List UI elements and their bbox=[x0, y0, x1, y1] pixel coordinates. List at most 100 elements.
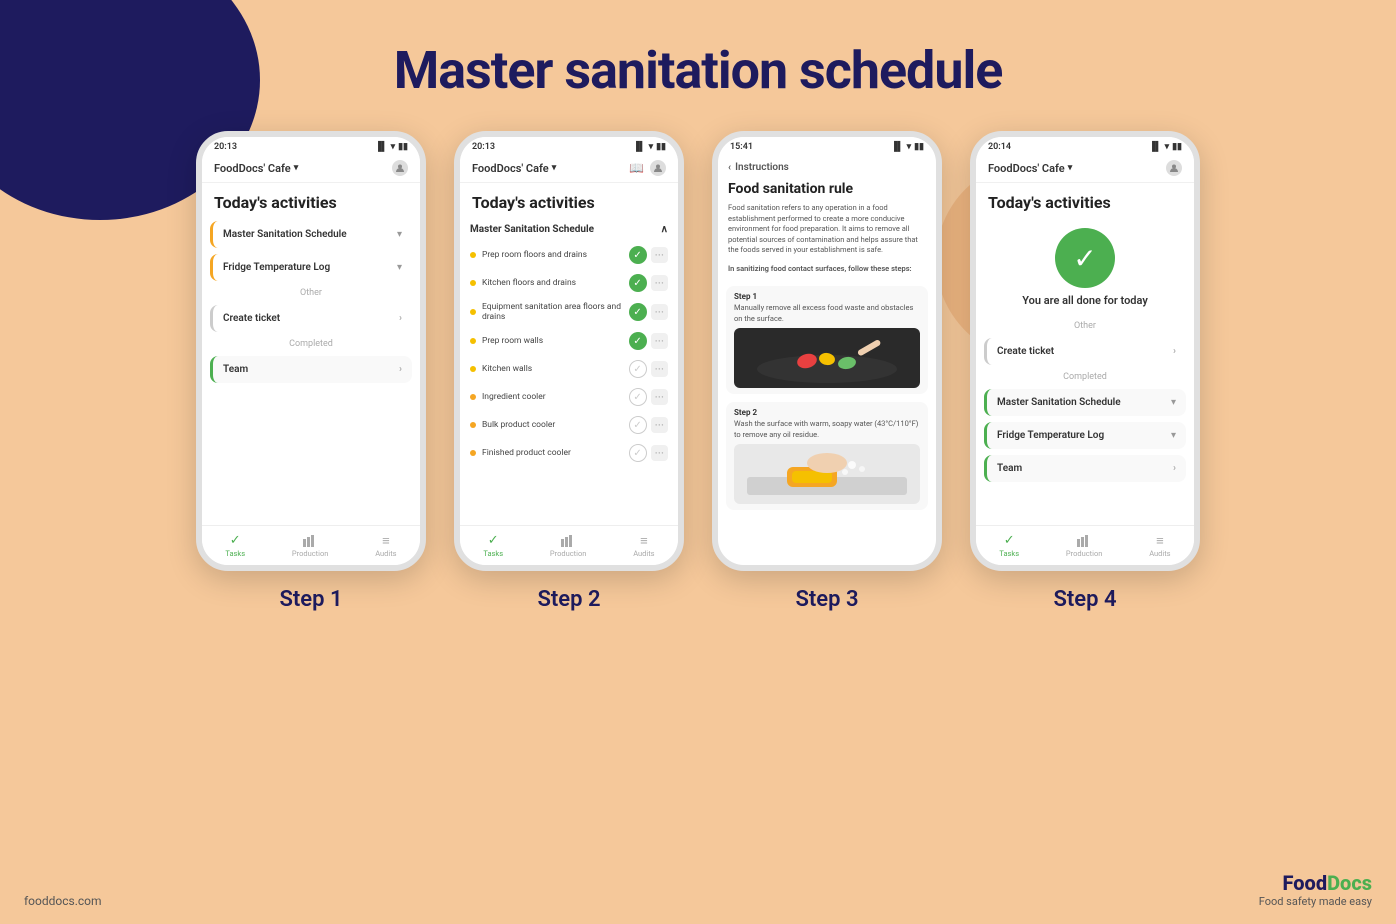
production-icon bbox=[302, 534, 318, 548]
phone1-wrapper: 20:13 ▐▌ ▾ ▮▮ FoodDocs' Cafe ▾ bbox=[196, 131, 426, 612]
page-header: Master sanitation schedule bbox=[0, 0, 1396, 101]
phone2-item-6[interactable]: Ingredient cooler ✓ ··· bbox=[460, 383, 678, 411]
phone3-step1-box: Step 1 Manually remove all excess food w… bbox=[726, 286, 928, 394]
back-arrow-icon: ‹ bbox=[728, 162, 731, 173]
phone2-item-7[interactable]: Bulk product cooler ✓ ··· bbox=[460, 411, 678, 439]
phone3-status-bar: 15:41 ▐▌ ▾ ▮▮ bbox=[718, 137, 936, 156]
more-options-icon[interactable]: ··· bbox=[651, 417, 668, 433]
phone4-task-mss[interactable]: Master Sanitation Schedule ▾ bbox=[984, 389, 1186, 416]
phone4-task-create[interactable]: Create ticket › bbox=[984, 338, 1186, 365]
check-outline-icon: ✓ bbox=[629, 388, 647, 406]
check-done-icon: ✓ bbox=[629, 332, 647, 350]
check-outline-icon: ✓ bbox=[629, 416, 647, 434]
phone1-activities-title: Today's activities bbox=[202, 183, 420, 218]
phone4: 20:14 ▐▌ ▾ ▮▮ FoodDocs' Cafe ▾ bbox=[970, 131, 1200, 571]
phone1-app-header: FoodDocs' Cafe ▾ bbox=[202, 156, 420, 183]
phone3-step2-image bbox=[734, 444, 920, 504]
dot-yellow-icon bbox=[470, 338, 476, 344]
phone4-wrapper: 20:14 ▐▌ ▾ ▮▮ FoodDocs' Cafe ▾ bbox=[970, 131, 1200, 612]
dot-yellow-icon bbox=[470, 280, 476, 286]
tasks-icon: ✓ bbox=[1001, 534, 1017, 548]
step1-label: Step 1 bbox=[279, 587, 342, 612]
footer-logo: FoodDocs Food safety made easy bbox=[1259, 871, 1372, 908]
phone1-profile-icon[interactable] bbox=[392, 160, 408, 176]
phone2-nav-tasks[interactable]: ✓ Tasks bbox=[483, 534, 503, 558]
phone1-screen: 20:13 ▐▌ ▾ ▮▮ FoodDocs' Cafe ▾ bbox=[202, 137, 420, 565]
more-options-icon[interactable]: ··· bbox=[651, 247, 668, 263]
phone3-step2-box: Step 2 Wash the surface with warm, soapy… bbox=[726, 402, 928, 510]
phone4-nav-audits[interactable]: ≡ Audits bbox=[1149, 534, 1170, 558]
phone2-wrapper: 20:13 ▐▌ ▾ ▮▮ FoodDocs' Cafe ▾ 📖 bbox=[454, 131, 684, 612]
phone2-item-8[interactable]: Finished product cooler ✓ ··· bbox=[460, 439, 678, 467]
step2-label: Step 2 bbox=[537, 587, 600, 612]
phone2-screen: 20:13 ▐▌ ▾ ▮▮ FoodDocs' Cafe ▾ 📖 bbox=[460, 137, 678, 565]
phone2-item-1[interactable]: Prep room floors and drains ✓ ··· bbox=[460, 241, 678, 269]
phone2-item-2[interactable]: Kitchen floors and drains ✓ ··· bbox=[460, 269, 678, 297]
dot-yellow-icon bbox=[470, 366, 476, 372]
more-options-icon[interactable]: ··· bbox=[651, 333, 668, 349]
phone2-app-header: FoodDocs' Cafe ▾ 📖 bbox=[460, 156, 678, 183]
phone1-task-create[interactable]: Create ticket › bbox=[210, 305, 412, 332]
phone1-status-bar: 20:13 ▐▌ ▾ ▮▮ bbox=[202, 137, 420, 156]
phone4-task-team[interactable]: Team › bbox=[984, 455, 1186, 482]
check-outline-icon: ✓ bbox=[629, 444, 647, 462]
more-options-icon[interactable]: ··· bbox=[651, 445, 668, 461]
phone3-follow-text: In sanitizing food contact surfaces, fol… bbox=[718, 264, 936, 283]
phone1-other-label: Other bbox=[202, 284, 420, 302]
phone4-done-text: You are all done for today bbox=[1022, 294, 1148, 307]
check-done-icon: ✓ bbox=[629, 274, 647, 292]
phone1-task-fridge[interactable]: Fridge Temperature Log ▾ bbox=[210, 254, 412, 281]
check-done-icon: ✓ bbox=[629, 246, 647, 264]
phone4-bottom-nav: ✓ Tasks Production ≡ Audits bbox=[976, 525, 1194, 565]
phone4-screen: 20:14 ▐▌ ▾ ▮▮ FoodDocs' Cafe ▾ bbox=[976, 137, 1194, 565]
phone3-step1-image bbox=[734, 328, 920, 388]
tasks-icon: ✓ bbox=[227, 534, 243, 548]
phone2-item-3[interactable]: Equipment sanitation area floors and dra… bbox=[460, 297, 678, 327]
tasks-icon: ✓ bbox=[485, 534, 501, 548]
phone4-nav-tasks[interactable]: ✓ Tasks bbox=[999, 534, 1019, 558]
phone1-nav-production[interactable]: Production bbox=[292, 534, 328, 558]
phone2-item-4[interactable]: Prep room walls ✓ ··· bbox=[460, 327, 678, 355]
phone1-task-team[interactable]: Team › bbox=[210, 356, 412, 383]
audits-icon: ≡ bbox=[1152, 534, 1168, 548]
phone3-back[interactable]: ‹ Instructions bbox=[718, 156, 936, 179]
phone4-activities-title: Today's activities bbox=[976, 183, 1194, 218]
more-options-icon[interactable]: ··· bbox=[651, 361, 668, 377]
phone4-done-section: ✓ You are all done for today bbox=[976, 218, 1194, 317]
more-options-icon[interactable]: ··· bbox=[651, 389, 668, 405]
dot-orange-icon bbox=[470, 450, 476, 456]
phone3: 15:41 ▐▌ ▾ ▮▮ ‹ Instructions Food sanita… bbox=[712, 131, 942, 571]
step4-label: Step 4 bbox=[1053, 587, 1116, 612]
phone3-step1-label: Step 1 bbox=[734, 292, 920, 301]
phone3-step2-label: Step 2 bbox=[734, 408, 920, 417]
phone1-task-mss[interactable]: Master Sanitation Schedule ▾ bbox=[210, 221, 412, 248]
phone2-nav-production[interactable]: Production bbox=[550, 534, 586, 558]
phone1-time: 20:13 bbox=[214, 142, 237, 152]
phone2-item-5[interactable]: Kitchen walls ✓ ··· bbox=[460, 355, 678, 383]
phone4-app-header: FoodDocs' Cafe ▾ bbox=[976, 156, 1194, 183]
phone2-profile-icon[interactable] bbox=[650, 160, 666, 176]
phone4-task-fridge[interactable]: Fridge Temperature Log ▾ bbox=[984, 422, 1186, 449]
phone4-nav-production[interactable]: Production bbox=[1066, 534, 1102, 558]
phone1-cafe-name: FoodDocs' Cafe ▾ bbox=[214, 162, 298, 175]
more-options-icon[interactable]: ··· bbox=[651, 304, 668, 320]
logo-food-text: Food bbox=[1283, 871, 1328, 895]
phone3-time: 15:41 bbox=[730, 142, 753, 152]
phone2-time: 20:13 bbox=[472, 142, 495, 152]
phone4-profile-icon[interactable] bbox=[1166, 160, 1182, 176]
footer: fooddocs.com FoodDocs Food safety made e… bbox=[24, 871, 1372, 908]
phone2-nav-audits[interactable]: ≡ Audits bbox=[633, 534, 654, 558]
phone2-activities-title: Today's activities bbox=[460, 183, 678, 218]
phone3-title: Food sanitation rule bbox=[718, 179, 936, 203]
phone2-status-bar: 20:13 ▐▌ ▾ ▮▮ bbox=[460, 137, 678, 156]
production-icon bbox=[1076, 534, 1092, 548]
phone2: 20:13 ▐▌ ▾ ▮▮ FoodDocs' Cafe ▾ 📖 bbox=[454, 131, 684, 571]
more-options-icon[interactable]: ··· bbox=[651, 275, 668, 291]
check-outline-icon: ✓ bbox=[629, 360, 647, 378]
dot-yellow-icon bbox=[470, 252, 476, 258]
dot-orange-icon bbox=[470, 422, 476, 428]
phone1-nav-audits[interactable]: ≡ Audits bbox=[375, 534, 396, 558]
production-icon bbox=[560, 534, 576, 548]
phone1-nav-tasks[interactable]: ✓ Tasks bbox=[225, 534, 245, 558]
phone3-step1-text: Manually remove all excess food waste an… bbox=[734, 303, 920, 324]
